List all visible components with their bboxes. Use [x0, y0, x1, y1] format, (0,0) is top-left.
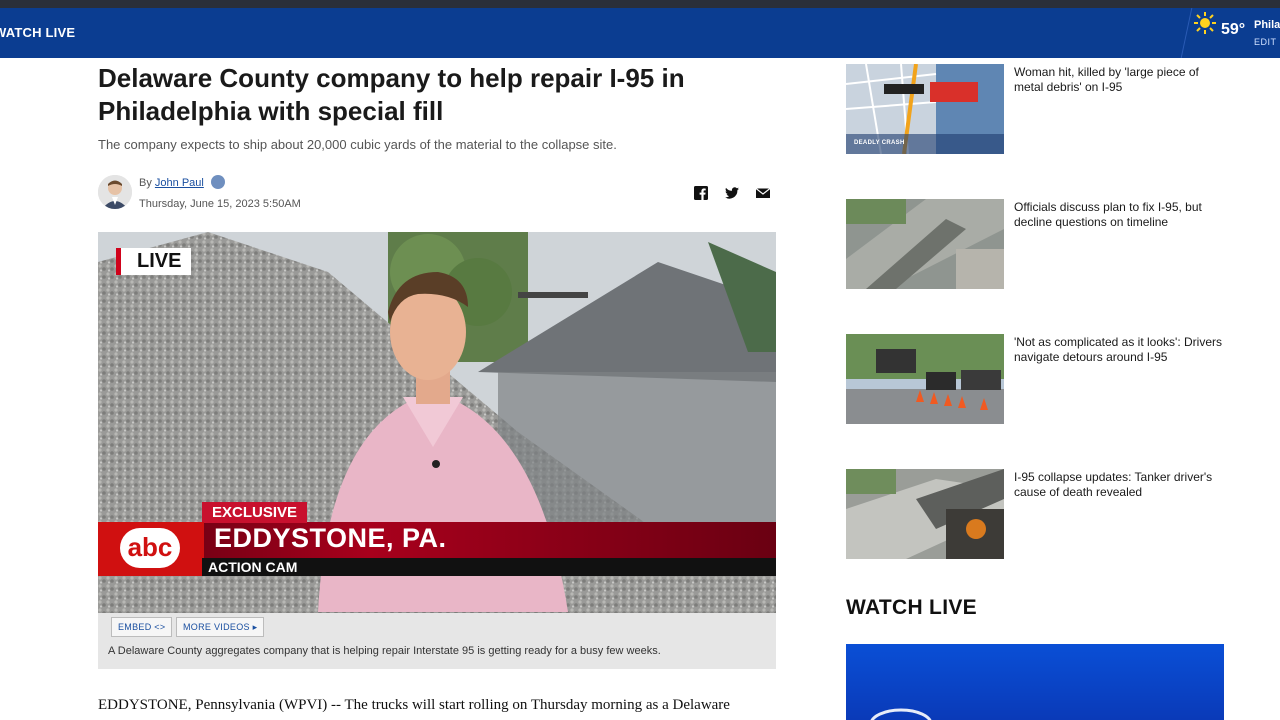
- article-headline: Delaware County company to help repair I…: [98, 63, 685, 126]
- story-thumbnail[interactable]: [846, 469, 1004, 559]
- story-thumbnail[interactable]: [846, 334, 1004, 424]
- location-title: EDDYSTONE, PA.: [214, 523, 447, 553]
- related-story[interactable]: I-95 collapse updates: Tanker driver's c…: [846, 469, 1226, 559]
- weather-temp: 59°: [1221, 21, 1246, 38]
- collapse-thumbnail-image: [846, 469, 1004, 559]
- action-cam-label: ACTION CAM: [202, 558, 776, 576]
- story-title[interactable]: Woman hit, killed by 'large piece of met…: [1014, 65, 1228, 95]
- weather-widget[interactable]: 59° Philadelphia EDIT: [1190, 8, 1280, 58]
- more-videos-button[interactable]: MORE VIDEOS ▸: [176, 617, 265, 637]
- watch-live-graphic: [870, 708, 932, 720]
- watch-live-heading: WATCH LIVE: [846, 596, 977, 619]
- story-thumbnail[interactable]: DEADLY CRASH: [846, 64, 1004, 154]
- live-badge: LIVE: [116, 248, 192, 275]
- article-subhead: The company expects to ship about 20,000…: [98, 137, 617, 152]
- thumbnail-tag: DEADLY CRASH: [854, 140, 905, 146]
- publish-date: Thursday, June 15, 2023 5:50AM: [139, 198, 301, 210]
- article-body-paragraph: EDDYSTONE, Pennsylvania (WPVI) -- The tr…: [98, 697, 730, 713]
- story-thumbnail[interactable]: [846, 199, 1004, 289]
- story-title[interactable]: Officials discuss plan to fix I-95, but …: [1014, 200, 1228, 230]
- site-navbar: WATCH LIVE 59° Philadelphia EDIT: [0, 8, 1280, 58]
- video-caption: A Delaware County aggregates company tha…: [108, 645, 661, 657]
- related-story[interactable]: Officials discuss plan to fix I-95, but …: [846, 199, 1226, 289]
- story-title[interactable]: I-95 collapse updates: Tanker driver's c…: [1014, 470, 1228, 500]
- twitter-icon[interactable]: [725, 186, 739, 200]
- facebook-icon[interactable]: [694, 186, 708, 200]
- sun-icon: [1194, 12, 1216, 34]
- author-avatar: [98, 175, 132, 209]
- byline: By John Paul: [139, 175, 225, 189]
- abc-logo: abc: [98, 522, 204, 576]
- weather-edit-link[interactable]: EDIT: [1254, 37, 1277, 47]
- watch-live-player[interactable]: [846, 644, 1224, 720]
- abc-logo-text: abc: [120, 528, 180, 568]
- email-icon[interactable]: [756, 186, 770, 200]
- author-link[interactable]: John Paul: [155, 177, 204, 189]
- globe-icon: [210, 175, 225, 189]
- video-player[interactable]: LIVE EXCLUSIVE abc EDDYSTONE, PA. ACTION…: [98, 232, 776, 613]
- aerial-thumbnail-image: [846, 199, 1004, 289]
- exclusive-tag: EXCLUSIVE: [202, 502, 308, 523]
- story-title[interactable]: 'Not as complicated as it looks': Driver…: [1014, 335, 1228, 365]
- embed-button[interactable]: EMBED <>: [111, 617, 173, 637]
- byline-prefix: By: [139, 177, 152, 189]
- related-story[interactable]: 'Not as complicated as it looks': Driver…: [846, 334, 1226, 424]
- weather-city: Philadelphia: [1254, 19, 1280, 31]
- traffic-thumbnail-image: [846, 334, 1004, 424]
- browser-top-strip: [0, 0, 1280, 8]
- author-photo: [98, 175, 132, 209]
- watch-live-nav-link[interactable]: WATCH LIVE: [0, 8, 75, 58]
- related-story[interactable]: DEADLY CRASH Woman hit, killed by 'large…: [846, 64, 1226, 154]
- video-toolbar: EMBED <> MORE VIDEOS ▸ A Delaware County…: [98, 613, 776, 669]
